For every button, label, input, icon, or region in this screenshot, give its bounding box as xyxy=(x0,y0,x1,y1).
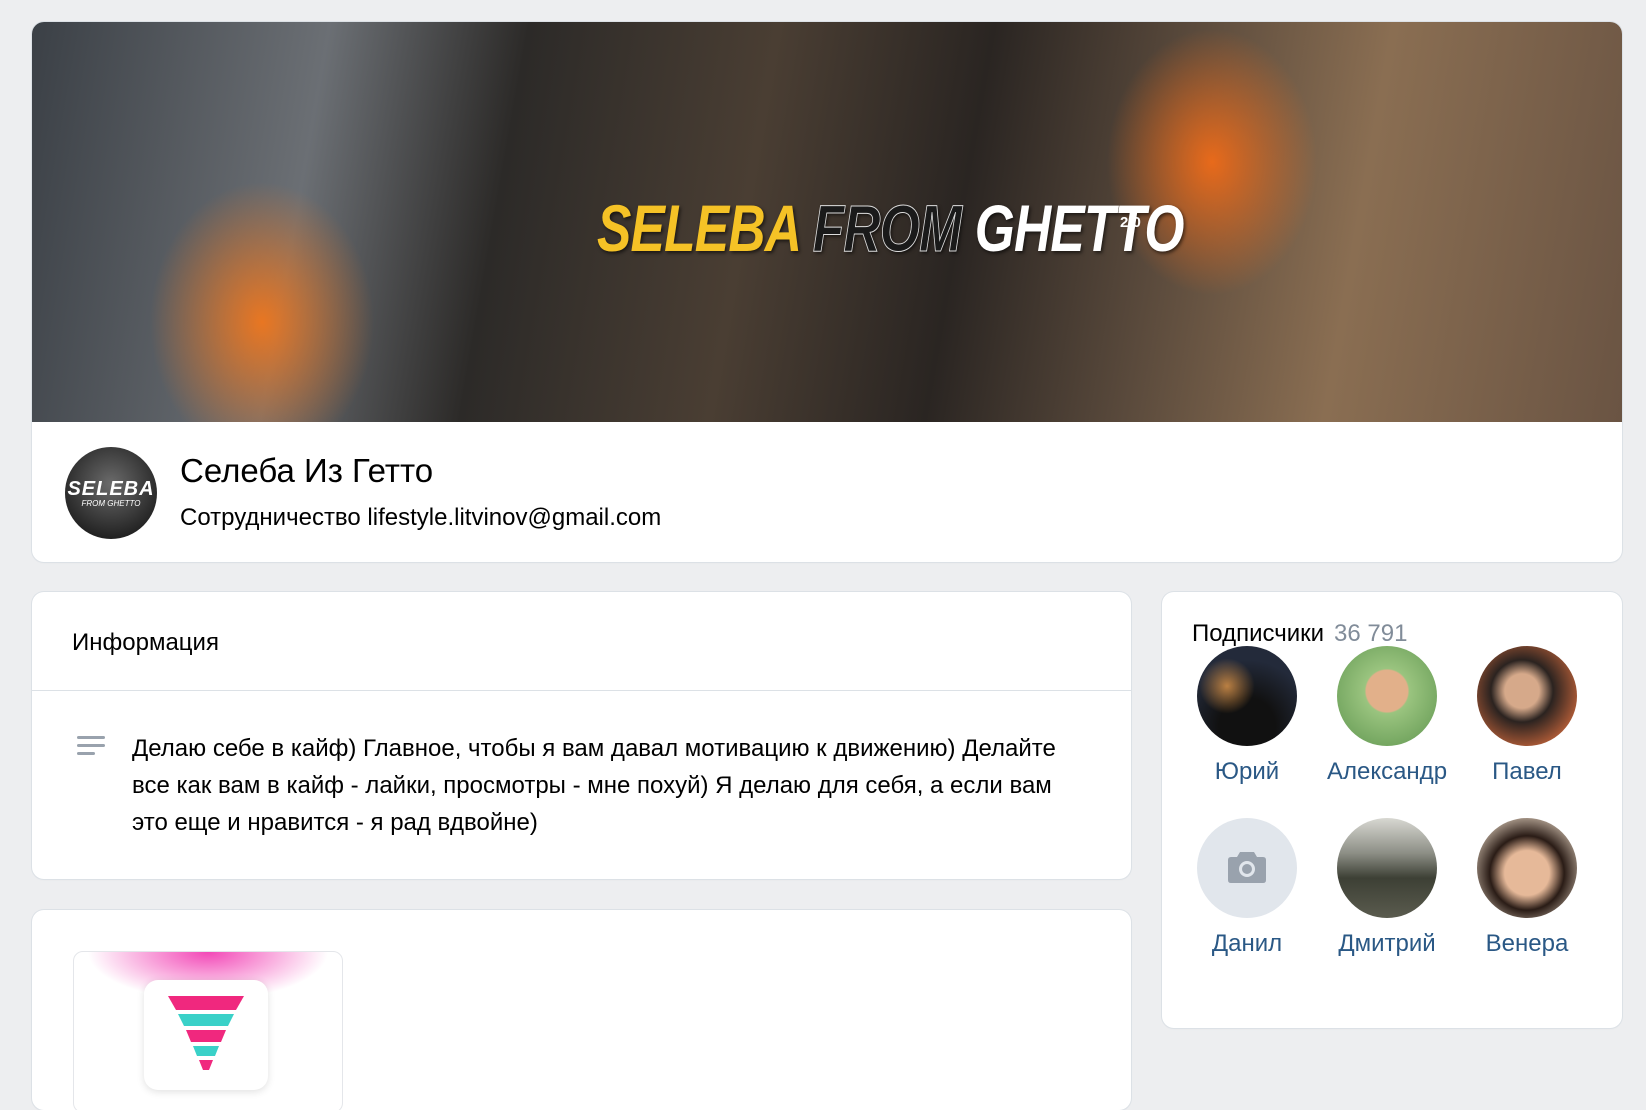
group-name: Селеба Из Гетто xyxy=(180,452,434,489)
info-description: Делаю себе в кайф) Главное, чтобы я вам … xyxy=(132,735,1056,836)
group-status: Сотрудничество lifestyle.litvinov@gmail.… xyxy=(180,504,662,531)
subscriber-name[interactable]: Юрий xyxy=(1177,758,1317,786)
subscriber-item[interactable]: Александр xyxy=(1317,646,1457,786)
funnel-logo-icon xyxy=(144,980,268,1090)
group-avatar-subtext: FROM GHETTO xyxy=(81,499,141,508)
subscriber-name[interactable]: Александр xyxy=(1317,758,1457,786)
subscribers-header[interactable]: Подписчики 36 791 xyxy=(1192,620,1407,648)
subscriber-name[interactable]: Павел xyxy=(1457,758,1597,786)
subscriber-item[interactable]: Юрий xyxy=(1177,646,1317,786)
avatar[interactable] xyxy=(1197,818,1297,918)
group-avatar-text: SELEBA xyxy=(67,478,155,500)
subscriber-item[interactable]: Венера xyxy=(1457,818,1597,958)
subscriber-item[interactable]: Данил xyxy=(1177,818,1317,958)
cover-version: 2.0 xyxy=(1120,214,1141,231)
cover-title-word-3: GHETTO xyxy=(974,191,1185,265)
cover-image[interactable]: SELEBA FROM GHETTO 2.0 xyxy=(32,22,1622,422)
avatar[interactable] xyxy=(1337,646,1437,746)
avatar[interactable] xyxy=(1477,818,1577,918)
subscriber-name[interactable]: Данил xyxy=(1177,930,1317,958)
camera-icon xyxy=(1228,852,1266,883)
subscriber-name[interactable]: Дмитрий xyxy=(1317,930,1457,958)
cover-title: SELEBA FROM GHETTO xyxy=(597,190,1184,266)
divider xyxy=(32,690,1131,691)
subscribers-count: 36 791 xyxy=(1334,620,1408,647)
cover-title-word-1: SELEBA xyxy=(597,191,800,265)
group-avatar[interactable]: SELEBA FROM GHETTO xyxy=(65,447,157,539)
group-header-card: SELEBA FROM GHETTO 2.0 SELEBA FROM GHETT… xyxy=(32,22,1622,562)
subscribers-title: Подписчики xyxy=(1192,620,1325,647)
info-title: Информация xyxy=(72,629,219,656)
app-tile[interactable] xyxy=(73,951,343,1110)
avatar[interactable] xyxy=(1197,646,1297,746)
info-card: Информация Делаю себе в кайф) Главное, ч… xyxy=(32,592,1131,879)
subscriber-item[interactable]: Павел xyxy=(1457,646,1597,786)
cover-title-word-2: FROM xyxy=(812,191,962,266)
subscriber-name[interactable]: Венера xyxy=(1457,930,1597,958)
avatar[interactable] xyxy=(1477,646,1577,746)
text-lines-icon xyxy=(77,736,105,760)
subscribers-card: Подписчики 36 791 Юрий Александр Павел Да… xyxy=(1162,592,1622,1028)
subscriber-item[interactable]: Дмитрий xyxy=(1317,818,1457,958)
apps-card xyxy=(32,910,1131,1110)
avatar[interactable] xyxy=(1337,818,1437,918)
